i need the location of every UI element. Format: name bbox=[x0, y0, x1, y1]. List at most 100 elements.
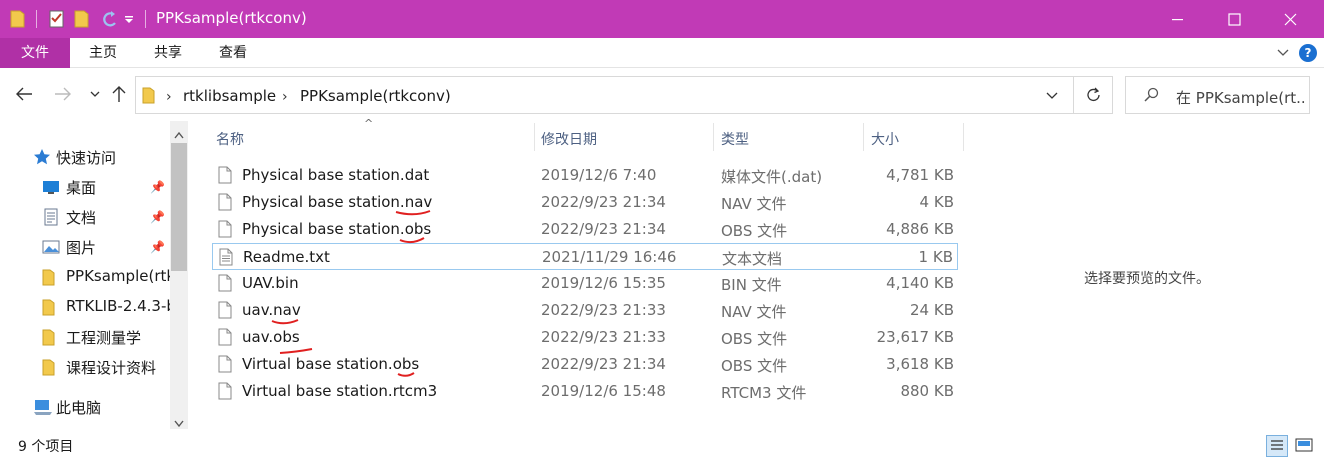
folder-icon bbox=[42, 328, 60, 346]
up-button[interactable] bbox=[108, 83, 130, 105]
tab-view[interactable]: 查看 bbox=[200, 38, 266, 68]
file-name: Physical base station.nav bbox=[242, 193, 433, 211]
sort-ascending-icon: ^ bbox=[364, 117, 374, 130]
details-view-button[interactable] bbox=[1266, 435, 1288, 457]
up-arrow-icon bbox=[112, 86, 126, 102]
sidebar-item-documents[interactable]: 文档 📌 bbox=[0, 203, 170, 231]
breadcrumb-item-current[interactable]: PPKsample(rtkconv) bbox=[300, 87, 451, 105]
file-row[interactable]: UAV.bin 2019/12/6 15:35 BIN 文件 4,140 KB bbox=[212, 270, 958, 297]
file-row[interactable]: Virtual base station.rtcm3 2019/12/6 15:… bbox=[212, 378, 958, 405]
file-icon bbox=[218, 355, 232, 373]
column-divider[interactable] bbox=[863, 123, 864, 151]
sidebar-item-desktop[interactable]: 桌面 📌 bbox=[0, 173, 170, 201]
large-icons-view-button[interactable] bbox=[1294, 435, 1316, 457]
tab-home[interactable]: 主页 bbox=[70, 38, 136, 68]
folder-icon bbox=[42, 298, 60, 316]
pin-icon: 📌 bbox=[150, 240, 165, 254]
column-header-size[interactable]: 大小 bbox=[871, 129, 899, 149]
file-icon bbox=[218, 382, 232, 400]
file-size: 4,140 KB bbox=[886, 274, 954, 292]
properties-icon[interactable] bbox=[48, 9, 66, 29]
file-icon bbox=[218, 301, 232, 319]
desktop-icon bbox=[42, 178, 60, 196]
sidebar-item-pictures[interactable]: 图片 📌 bbox=[0, 233, 170, 261]
undo-icon[interactable] bbox=[100, 9, 120, 29]
folder-icon bbox=[42, 268, 60, 286]
back-arrow-icon bbox=[16, 87, 32, 101]
file-date: 2021/11/29 16:46 bbox=[542, 248, 677, 266]
file-size: 24 KB bbox=[910, 301, 954, 319]
file-row[interactable]: Virtual base station.obs 2022/9/23 21:34… bbox=[212, 351, 958, 378]
file-type: OBS 文件 bbox=[721, 222, 788, 240]
column-header-date[interactable]: 修改日期 bbox=[541, 129, 597, 149]
file-row[interactable]: uav.nav 2022/9/23 21:33 NAV 文件 24 KB bbox=[212, 297, 958, 324]
search-input[interactable]: 在 PPKsample(rt... bbox=[1176, 87, 1306, 108]
file-row[interactable]: Physical base station.nav 2022/9/23 21:3… bbox=[212, 189, 958, 216]
breadcrumb-item-rtklibsample[interactable]: rtklibsample bbox=[183, 87, 276, 105]
close-icon bbox=[1284, 13, 1296, 25]
sidebar-item-label: 快速访问 bbox=[56, 149, 117, 167]
forward-arrow-icon bbox=[55, 87, 71, 101]
address-bar[interactable]: › rtklibsample › PPKsample(rtkconv) bbox=[135, 76, 1113, 114]
address-dropdown-icon[interactable] bbox=[1046, 89, 1058, 105]
scroll-up-icon[interactable] bbox=[174, 127, 184, 143]
back-button[interactable] bbox=[13, 83, 35, 105]
maximize-button[interactable] bbox=[1206, 0, 1262, 38]
file-type: NAV 文件 bbox=[721, 303, 787, 321]
file-name: Physical base station.obs bbox=[242, 220, 432, 238]
column-header-name[interactable]: 名称 bbox=[216, 129, 244, 149]
file-name: Readme.txt bbox=[243, 248, 330, 266]
sidebar-item-label: 工程测量学 bbox=[66, 329, 142, 347]
sidebar-item-this-pc[interactable]: 此电脑 bbox=[0, 393, 170, 421]
file-name: Virtual base station.obs bbox=[242, 355, 420, 373]
file-row[interactable]: Physical base station.obs 2022/9/23 21:3… bbox=[212, 216, 958, 243]
scroll-down-icon[interactable] bbox=[174, 416, 184, 429]
tab-share[interactable]: 共享 bbox=[136, 38, 200, 68]
file-icon bbox=[218, 193, 232, 211]
close-button[interactable] bbox=[1262, 0, 1318, 38]
file-icon bbox=[218, 220, 232, 238]
column-divider[interactable] bbox=[534, 123, 535, 151]
sidebar-item-quick-access[interactable]: 快速访问 bbox=[0, 143, 170, 171]
file-name: Physical base station.dat bbox=[242, 166, 430, 184]
expand-ribbon-icon[interactable] bbox=[1276, 46, 1290, 60]
sidebar-item-label: 此电脑 bbox=[56, 399, 102, 417]
file-date: 2022/9/23 21:34 bbox=[541, 355, 666, 373]
forward-button[interactable] bbox=[52, 83, 74, 105]
file-size: 3,618 KB bbox=[886, 355, 954, 373]
file-name: uav.nav bbox=[242, 301, 301, 319]
help-icon[interactable]: ? bbox=[1299, 44, 1317, 62]
sidebar-item-ppksample[interactable]: PPKsample(rtk bbox=[0, 263, 170, 291]
file-row[interactable]: uav.obs 2022/9/23 21:33 OBS 文件 23,617 KB bbox=[212, 324, 958, 351]
window-title: PPKsample(rtkconv) bbox=[156, 9, 307, 27]
new-folder-icon[interactable] bbox=[74, 9, 90, 29]
folder-icon bbox=[10, 9, 26, 29]
refresh-icon[interactable] bbox=[1086, 86, 1102, 108]
recent-locations-button[interactable] bbox=[84, 83, 106, 105]
column-divider[interactable] bbox=[963, 123, 964, 151]
breadcrumb-chevron-icon[interactable]: › bbox=[166, 89, 172, 105]
sidebar-item-label: 图片 bbox=[66, 239, 97, 257]
file-row[interactable]: Physical base station.dat 2019/12/6 7:40… bbox=[212, 162, 958, 189]
file-date: 2019/12/6 7:40 bbox=[541, 166, 657, 184]
file-icon bbox=[218, 166, 232, 184]
sidebar-item-engineering-survey[interactable]: 工程测量学 bbox=[0, 323, 170, 351]
maximize-icon bbox=[1227, 12, 1241, 26]
file-size: 4 KB bbox=[919, 193, 954, 211]
search-box[interactable]: 在 PPKsample(rt... bbox=[1125, 76, 1310, 114]
tab-file[interactable]: 文件 bbox=[0, 38, 70, 68]
column-divider[interactable] bbox=[713, 123, 714, 151]
sidebar-item-label: 课程设计资料 bbox=[66, 359, 157, 377]
minimize-button[interactable] bbox=[1150, 0, 1206, 38]
file-row[interactable]: Readme.txt 2021/11/29 16:46 文本文档 1 KB bbox=[212, 243, 958, 270]
breadcrumb-chevron-icon[interactable]: › bbox=[282, 89, 288, 105]
sidebar-item-course-design[interactable]: 课程设计资料 bbox=[0, 353, 170, 381]
sidebar-item-label: 文档 bbox=[66, 209, 97, 227]
file-date: 2022/9/23 21:33 bbox=[541, 301, 666, 319]
large-icons-view-icon bbox=[1295, 438, 1313, 452]
sidebar-item-rtklib[interactable]: RTKLIB-2.4.3-b bbox=[0, 293, 170, 321]
column-header-type[interactable]: 类型 bbox=[721, 129, 749, 149]
file-date: 2019/12/6 15:35 bbox=[541, 274, 666, 292]
sidebar-scrollbar-thumb[interactable] bbox=[171, 143, 187, 271]
customize-toolbar-icon[interactable] bbox=[124, 13, 134, 33]
